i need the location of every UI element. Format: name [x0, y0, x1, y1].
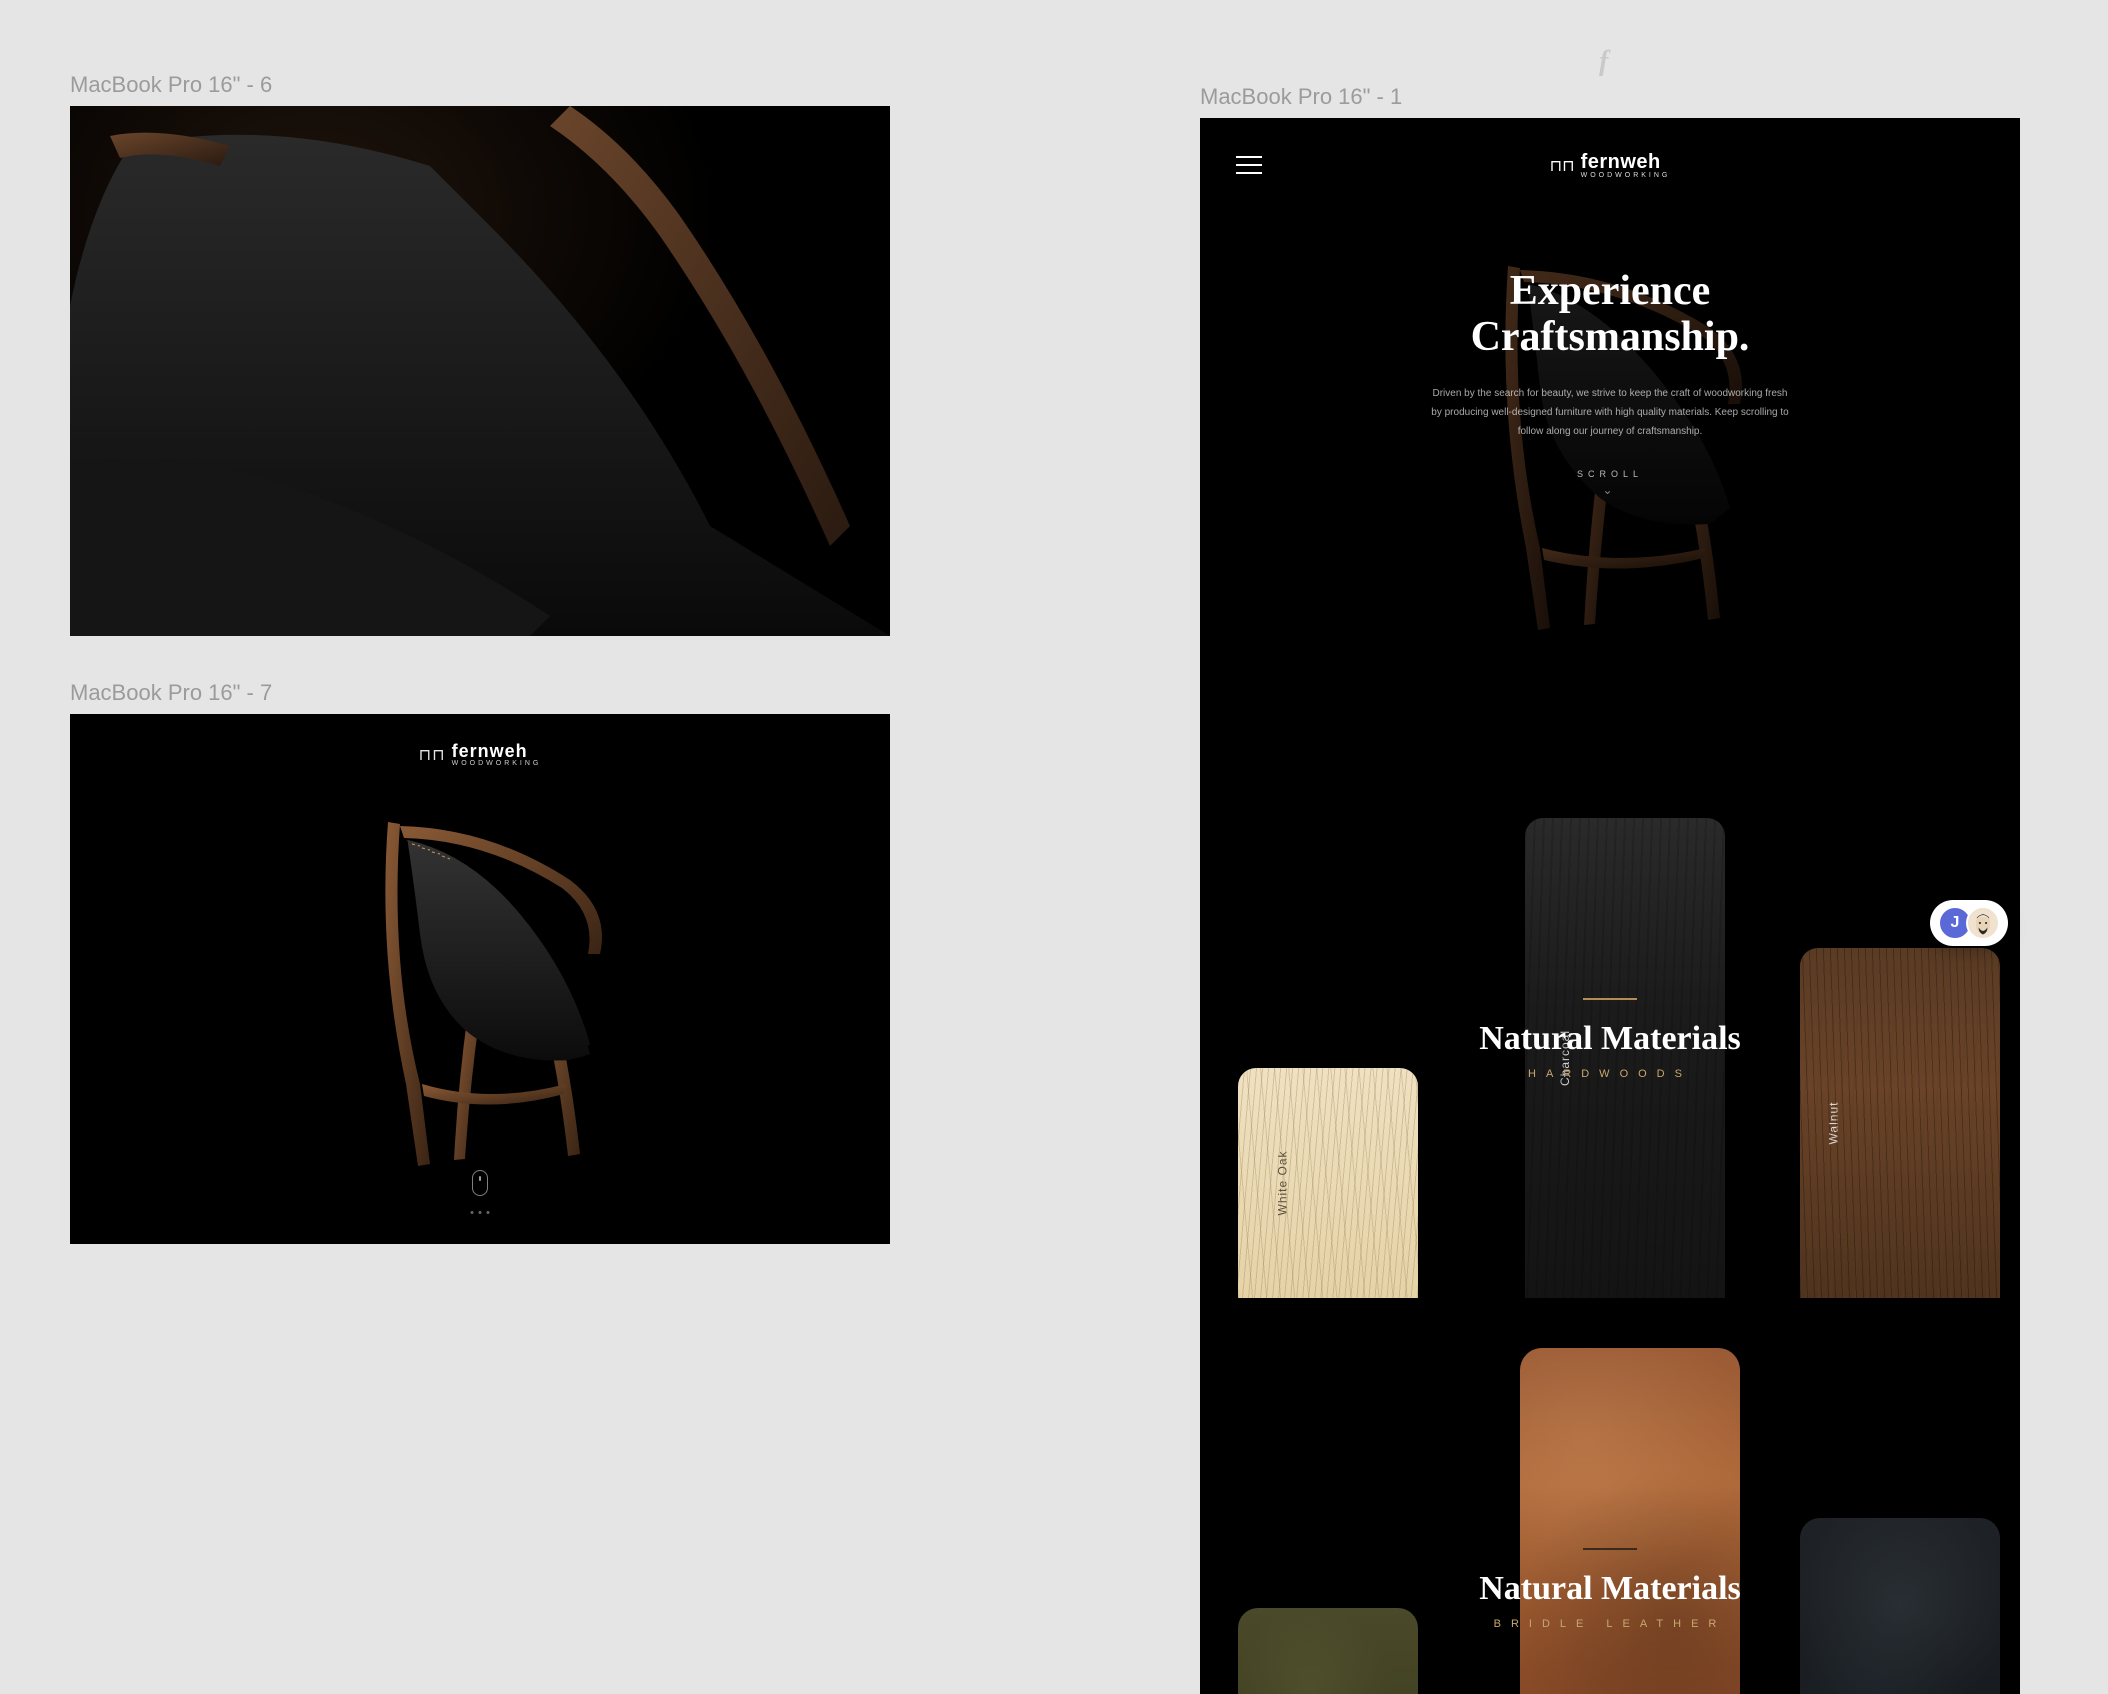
section-subtitle: BRIDLE LEATHER	[1200, 1618, 2020, 1630]
avatar-face[interactable]	[1966, 906, 2000, 940]
frame-label-1[interactable]: MacBook Pro 16" - 1	[1200, 84, 1402, 110]
hero-title: Experience Craftsmanship.	[1200, 268, 2020, 360]
brand-logo: ⊓⊓ fernweh WOODWORKING	[419, 742, 542, 767]
frame-macbook-6[interactable]	[70, 106, 890, 636]
section-title: Natural Materials	[1200, 1020, 2020, 1058]
swatch-leather-tan[interactable]	[1520, 1348, 1740, 1694]
scroll-dots	[471, 1211, 490, 1214]
section-leather: Natural Materials BRIDLE LEATHER	[1200, 1348, 2020, 1694]
swatch-whiteoak[interactable]: White Oak	[1238, 1068, 1418, 1298]
mouse-scroll-icon	[472, 1170, 488, 1196]
chair-closeup-image	[70, 106, 890, 636]
swatch-label-whiteoak: White Oak	[1276, 1150, 1290, 1215]
hero-section: Experience Craftsmanship. Driven by the …	[1200, 268, 2020, 497]
frame-label-6[interactable]: MacBook Pro 16" - 6	[70, 72, 272, 98]
divider-icon	[1583, 998, 1637, 1000]
brand-sub: WOODWORKING	[452, 760, 542, 767]
brand-sub: WOODWORKING	[1581, 172, 1671, 179]
swatch-label-walnut: Walnut	[1826, 1102, 1840, 1145]
brand-name: fernweh	[452, 742, 542, 760]
divider-icon	[1583, 1548, 1637, 1550]
hero-body: Driven by the search for beauty, we stri…	[1430, 384, 1790, 441]
menu-button[interactable]	[1236, 156, 1262, 174]
logo-mark-icon: ⊓⊓	[1550, 156, 1575, 176]
floating-glyph: f	[1599, 46, 1608, 78]
brand-name: fernweh	[1581, 152, 1671, 172]
frame-macbook-1[interactable]: ⊓⊓ fernweh WOODWORKING	[1200, 118, 2020, 1694]
logo-mark-icon: ⊓⊓	[419, 745, 446, 765]
section-hardwoods: Charcoal White Oak Walnut Natural Materi…	[1200, 818, 2020, 1298]
section-title: Natural Materials	[1200, 1570, 2020, 1608]
chair-hero-image	[270, 784, 690, 1184]
section-subtitle: HARDWOODS	[1200, 1068, 2020, 1080]
frame-label-7[interactable]: MacBook Pro 16" - 7	[70, 680, 272, 706]
frame-macbook-7[interactable]: ⊓⊓ fernweh WOODWORKING	[70, 714, 890, 1244]
brand-logo: ⊓⊓ fernweh WOODWORKING	[1550, 152, 1671, 179]
collaborators-pill[interactable]: J	[1930, 900, 2008, 946]
design-canvas[interactable]: f MacBook Pro 16" - 6	[0, 0, 2108, 1694]
scroll-cue[interactable]: SCROLL	[1200, 469, 2020, 497]
